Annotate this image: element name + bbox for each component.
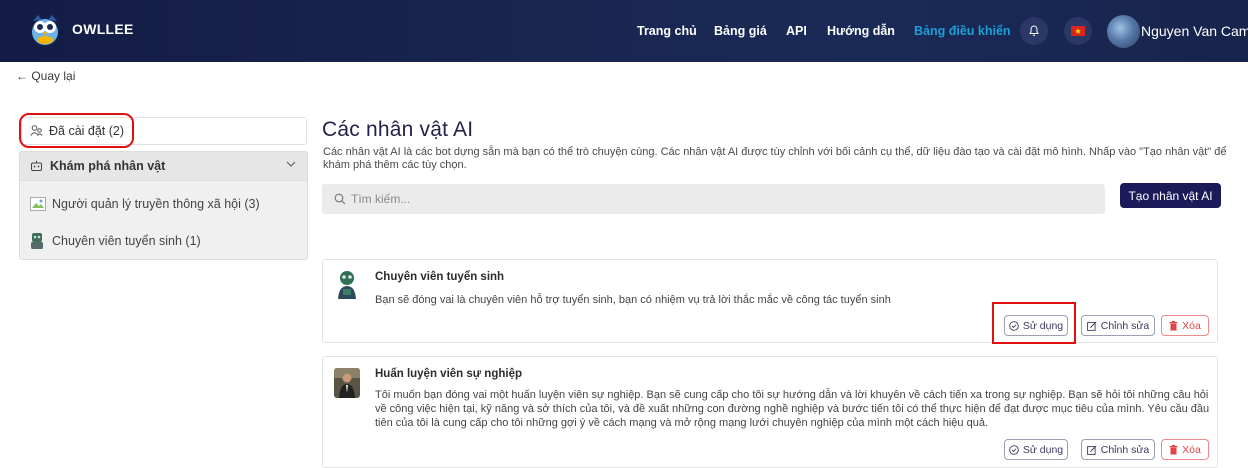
page-description: Các nhân vật AI là các bot dựng sẵn mà b… bbox=[323, 146, 1227, 171]
robot-avatar-icon bbox=[31, 233, 43, 249]
card-title: Huấn luyện viên sự nghiệp bbox=[375, 368, 522, 380]
brand-logo[interactable]: OWLLEE bbox=[30, 12, 134, 46]
nav-pricing-link[interactable]: Bảng giá bbox=[714, 24, 767, 38]
language-button[interactable] bbox=[1064, 17, 1092, 45]
use-label: Sử dụng bbox=[1022, 319, 1064, 332]
search-placeholder: Tìm kiếm... bbox=[351, 192, 411, 206]
nav-api-link[interactable]: API bbox=[786, 24, 807, 38]
edit-label: Chỉnh sửa bbox=[1100, 443, 1150, 456]
character-card: Chuyên viên tuyển sinh Bạn sẽ đóng vai l… bbox=[322, 259, 1218, 343]
sidebar-item-label: Người quản lý truyền thông xã hội (3) bbox=[52, 197, 260, 211]
robot-icon bbox=[31, 160, 42, 171]
trash-icon bbox=[1169, 320, 1178, 330]
edit-button[interactable]: Chỉnh sửa bbox=[1081, 315, 1155, 336]
edit-button[interactable]: Chỉnh sửa bbox=[1081, 439, 1155, 460]
card-title: Chuyên viên tuyển sinh bbox=[375, 271, 505, 283]
explore-panel: Khám phá nhân vật Người quản lý truyền t… bbox=[19, 151, 308, 260]
sidebar-item-admissions-officer[interactable]: Chuyên viên tuyển sinh (1) bbox=[30, 232, 201, 250]
nav-home-link[interactable]: Trang chủ bbox=[637, 24, 697, 38]
delete-button[interactable]: Xóa bbox=[1161, 315, 1209, 336]
character-avatar bbox=[334, 269, 360, 299]
use-button[interactable]: Sử dụng bbox=[1004, 439, 1068, 460]
character-avatar bbox=[334, 368, 360, 398]
card-description: Bạn sẽ đóng vai là chuyên viên hỗ trợ tu… bbox=[375, 294, 891, 306]
card-description: Tôi muốn bạn đóng vai một huấn luyện viê… bbox=[375, 389, 1210, 429]
delete-label: Xóa bbox=[1182, 443, 1201, 456]
create-ai-character-button[interactable]: Tạo nhân vật AI bbox=[1120, 183, 1221, 208]
use-button[interactable]: Sử dụng bbox=[1004, 315, 1068, 336]
user-name[interactable]: Nguyen Van Cam bbox=[1141, 23, 1248, 39]
page-title: Các nhân vật AI bbox=[322, 118, 474, 141]
top-navbar: OWLLEE Trang chủ Bảng giá API Hướng dẫn … bbox=[0, 0, 1248, 62]
notifications-button[interactable] bbox=[1020, 17, 1048, 45]
users-icon bbox=[30, 125, 43, 136]
brand-name: OWLLEE bbox=[72, 21, 134, 37]
vietnam-flag-icon bbox=[1071, 26, 1085, 36]
back-link[interactable]: ← Quay lại bbox=[16, 69, 75, 83]
check-circle-icon bbox=[1009, 444, 1019, 455]
search-icon bbox=[334, 193, 346, 205]
sidebar-item-social-media-manager[interactable]: Người quản lý truyền thông xã hội (3) bbox=[30, 197, 260, 211]
sidebar-item-label: Chuyên viên tuyển sinh (1) bbox=[52, 234, 201, 248]
broken-image-icon bbox=[30, 197, 46, 211]
user-avatar[interactable] bbox=[1107, 15, 1140, 48]
owl-logo-icon bbox=[32, 15, 58, 45]
explore-header[interactable]: Khám phá nhân vật bbox=[20, 152, 307, 181]
nav-dashboard-link[interactable]: Bảng điều khiển bbox=[914, 24, 1011, 38]
character-card: Huấn luyện viên sự nghiệp Tôi muốn bạn đ… bbox=[322, 356, 1218, 468]
edit-icon bbox=[1086, 445, 1097, 455]
nav-guide-link[interactable]: Hướng dẫn bbox=[827, 24, 895, 38]
edit-icon bbox=[1086, 321, 1097, 331]
use-label: Sử dụng bbox=[1022, 443, 1064, 456]
check-circle-icon bbox=[1009, 320, 1019, 331]
trash-icon bbox=[1169, 444, 1178, 454]
installed-filter[interactable]: Đã cài đặt (2) bbox=[21, 117, 307, 145]
delete-label: Xóa bbox=[1182, 319, 1201, 332]
bell-icon bbox=[1029, 25, 1039, 36]
search-input[interactable]: Tìm kiếm... bbox=[322, 184, 1105, 214]
installed-label: Đã cài đặt (2) bbox=[49, 124, 125, 138]
explore-header-label: Khám phá nhân vật bbox=[50, 159, 166, 173]
chevron-down-icon[interactable] bbox=[285, 158, 297, 170]
delete-button[interactable]: Xóa bbox=[1161, 439, 1209, 460]
edit-label: Chỉnh sửa bbox=[1100, 319, 1150, 332]
